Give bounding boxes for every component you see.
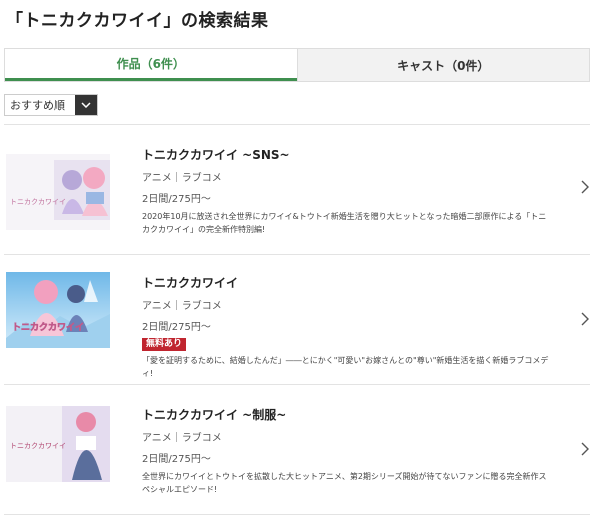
thumbnail-logo-text: トニカクカワイイ — [10, 442, 66, 450]
divider — [4, 124, 590, 125]
divider — [4, 384, 590, 385]
divider — [4, 254, 590, 255]
item-genre: アニメ｜ラブコメ — [142, 173, 222, 184]
item-price: 2日間/275円～ — [142, 194, 211, 205]
page-title: 「トニカクカワイイ」の検索結果 — [6, 11, 269, 31]
item-genre: アニメ｜ラブコメ — [142, 433, 222, 444]
thumbnail-logo-text: トニカクカワイイ — [10, 198, 66, 206]
item-description: 2020年10月に放送され全世界にカワイイ&トウトイ新婚生活を贈り大ヒットとなっ… — [142, 212, 547, 234]
result-tabs: 作品（6件） キャスト（0件） — [4, 48, 590, 82]
thumbnail-image[interactable]: トニカクカワイイ — [6, 406, 110, 482]
sort-select[interactable]: おすすめ順 — [4, 94, 98, 116]
chevron-right-icon[interactable] — [580, 180, 590, 194]
item-price: 2日間/275円～ — [142, 454, 211, 465]
free-badge: 無料あり — [142, 338, 187, 351]
item-genre: アニメ｜ラブコメ — [142, 301, 222, 312]
divider — [4, 514, 590, 515]
item-title[interactable]: トニカクカワイイ ~SNS~ — [142, 146, 290, 163]
tab-works[interactable]: 作品（6件） — [5, 49, 297, 81]
chevron-right-icon[interactable] — [580, 442, 590, 456]
item-description: 「愛を証明するために、結婚したんだ」――とにかく"可愛い"お嫁さんとの"尊い"新… — [142, 356, 549, 378]
tab-cast[interactable]: キャスト（0件） — [296, 49, 589, 81]
chevron-right-icon[interactable] — [580, 312, 590, 326]
chevron-down-icon[interactable] — [75, 95, 97, 115]
thumbnail-image[interactable]: トニカクカワイイ — [6, 154, 110, 230]
item-description: 全世界にカワイイとトウトイを拡散した大ヒットアニメ、第2期シリーズ開始が待てない… — [142, 472, 547, 494]
sort-selected-value: おすすめ順 — [5, 95, 75, 115]
thumbnail-image[interactable]: トニカクカワイイ — [6, 272, 110, 348]
thumbnail-logo-text: トニカクカワイイ — [12, 322, 84, 333]
item-title[interactable]: トニカクカワイイ — [142, 274, 238, 291]
item-price: 2日間/275円～ — [142, 322, 211, 333]
item-title[interactable]: トニカクカワイイ ~制服~ — [142, 406, 286, 423]
